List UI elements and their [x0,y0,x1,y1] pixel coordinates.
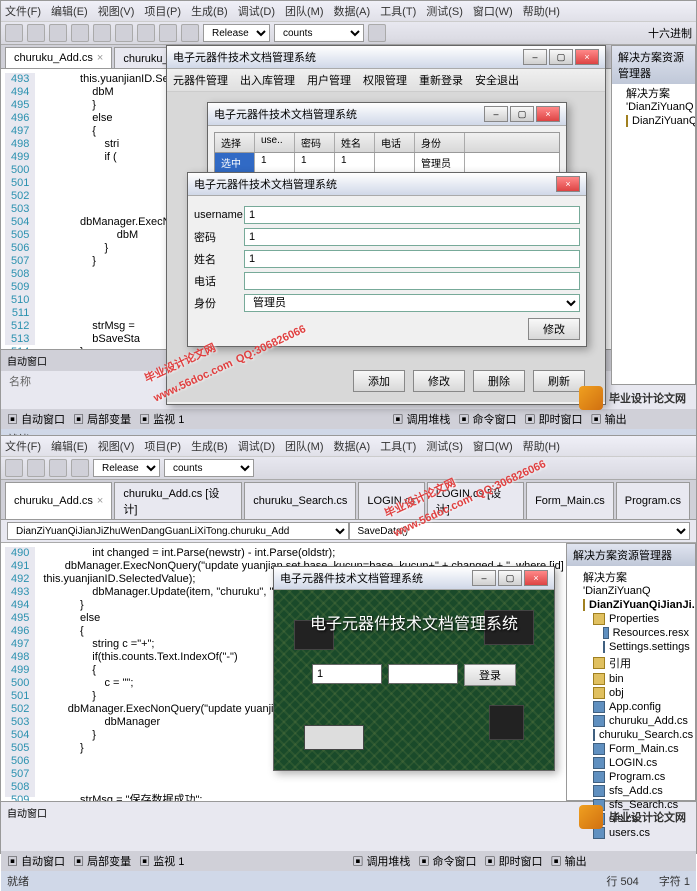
line-numbers: 4934944954964974984995005015025035045055… [5,73,35,345]
tb-save-icon[interactable] [49,24,67,42]
login-system-title: 电子元器件技术文档管理系统 [274,590,554,644]
menu-build[interactable]: 生成(B) [191,3,228,19]
menu-file[interactable]: 文件(F) [5,3,41,19]
app-main-window: 电子元器件技术文档管理系统–▢× 元器件管理 出入库管理 用户管理 权限管理 重… [166,45,606,405]
max-button[interactable]: ▢ [498,570,522,586]
proj-node[interactable]: DianZiYuanQiJianJi... [569,598,693,612]
password-field[interactable] [244,228,580,246]
target-combo[interactable]: counts [274,24,364,42]
tb-paste-icon[interactable] [115,24,133,42]
refresh-button[interactable]: 刷新 [533,370,585,392]
tb-new-icon[interactable] [5,459,23,477]
tab-imm[interactable]: ▣ 即时窗口 [525,411,583,427]
menu-user[interactable]: 用户管理 [307,72,351,88]
vs-menubar: 文件(F) 编辑(E) 视图(V) 项目(P) 生成(B) 调试(D) 团队(M… [1,1,696,21]
class-combo[interactable]: DianZiYuanQiJianJiZhuWenDangGuanLiXiTong… [7,522,349,540]
tab-churuku-add[interactable]: churuku_Add.cs× [5,482,112,519]
tb-cut-icon[interactable] [71,24,89,42]
tb-find-icon[interactable] [368,24,386,42]
menu-help[interactable]: 帮助(H) [523,3,560,19]
solution-explorer: 解决方案资源管理器 解决方案 'DianZiYuanQ DianZiYuanQi… [566,543,696,801]
login-password[interactable] [388,664,458,684]
menu-exit[interactable]: 安全退出 [475,72,519,88]
solution-explorer: 解决方案资源管理器 解决方案 'DianZiYuanQ DianZiYuanQi… [611,45,696,385]
logo-icon [579,386,603,410]
tb-save-icon[interactable] [49,459,67,477]
grid-header: 选择 use.. 密码 姓名 电话 身份 [214,132,560,153]
tel-field[interactable] [244,272,580,290]
tab-callstack[interactable]: ▣ 调用堆栈 [392,411,450,427]
tb-undo-icon[interactable] [137,24,155,42]
max-button[interactable]: ▢ [510,106,534,122]
menu-io[interactable]: 出入库管理 [240,72,295,88]
config-combo[interactable]: Release [203,24,270,42]
close-button[interactable]: × [524,570,548,586]
menu-test[interactable]: 测试(S) [426,3,463,19]
menu-data[interactable]: 数据(A) [334,3,371,19]
min-button[interactable]: – [523,49,547,65]
close-icon[interactable]: × [97,52,103,64]
modify-button[interactable]: 修改 [528,318,580,340]
menu-relogin[interactable]: 重新登录 [419,72,463,88]
menu-window[interactable]: 窗口(W) [473,3,513,19]
vs-toolbar: Release counts 十六进制 [1,21,696,45]
user-list-dialog: 电子元器件技术文档管理系统–▢× 选择 use.. 密码 姓名 电话 身份 选中… [207,102,567,180]
menu-edit[interactable]: 编辑(E) [51,3,88,19]
tab-locals[interactable]: ▣ 局部变量 [73,411,131,427]
menu-view[interactable]: 视图(V) [98,3,135,19]
menu-team[interactable]: 团队(M) [285,3,324,19]
login-username[interactable] [312,664,382,684]
user-edit-dialog: 电子元器件技术文档管理系统× username 密码 姓名 电话 身份管理员 修… [187,172,587,347]
tb-redo-icon[interactable] [159,24,177,42]
login-button[interactable]: 登录 [464,664,516,686]
min-button[interactable]: – [472,570,496,586]
tb-run-icon[interactable] [181,24,199,42]
menu-debug[interactable]: 调试(D) [238,3,275,19]
sol-node[interactable]: 解决方案 'DianZiYuanQ [569,568,693,598]
login-dialog: 电子元器件技术文档管理系统–▢× 电子元器件技术文档管理系统 登录 [273,566,555,771]
tab-auto[interactable]: ▣ 自动窗口 [7,411,65,427]
min-button[interactable]: – [484,106,508,122]
tb-open-icon[interactable] [27,24,45,42]
tb-open-icon[interactable] [27,459,45,477]
close-button[interactable]: × [536,106,560,122]
proj-node[interactable]: DianZiYuanQiJianJi... [612,114,695,128]
menu-proj[interactable]: 项目(P) [144,3,181,19]
role-select[interactable]: 管理员 [244,294,580,312]
tree-item[interactable]: Properties [569,612,693,626]
close-button[interactable]: × [575,49,599,65]
tb-copy-icon[interactable] [93,24,111,42]
menu-perm[interactable]: 权限管理 [363,72,407,88]
name-field[interactable] [244,250,580,268]
tab-churuku-add[interactable]: churuku_Add.cs× [5,47,112,68]
doc-tabs: churuku_Add.cs× churuku_Add.cs [设计] chur… [1,480,696,520]
edit-button[interactable]: 修改 [413,370,465,392]
tab-watch[interactable]: ▣ 监视 1 [139,411,184,427]
max-button[interactable]: ▢ [549,49,573,65]
method-combo[interactable]: SaveData() [349,522,691,540]
tb-run-icon[interactable] [71,459,89,477]
add-button[interactable]: 添加 [353,370,405,392]
app-title: 电子元器件技术文档管理系统 [173,49,316,65]
vs-menubar: 文件(F)编辑(E)视图(V)项目(P)生成(B)调试(D)团队(M)数据(A)… [1,436,696,456]
tab-cmd[interactable]: ▣ 命令窗口 [458,411,516,427]
tab-out[interactable]: ▣ 输出 [591,411,627,427]
menu-component[interactable]: 元器件管理 [173,72,228,88]
username-field[interactable] [244,206,580,224]
table-row[interactable]: 选中 1 1 1 管理员 [214,153,560,173]
logo-icon [579,805,603,829]
tb-new-icon[interactable] [5,24,23,42]
delete-button[interactable]: 删除 [473,370,525,392]
sol-node[interactable]: 解决方案 'DianZiYuanQ [612,84,695,114]
arch-label: 十六进制 [648,25,692,41]
close-button[interactable]: × [556,176,580,192]
app-menubar: 元器件管理 出入库管理 用户管理 权限管理 重新登录 安全退出 [167,69,605,92]
menu-tools[interactable]: 工具(T) [380,3,416,19]
